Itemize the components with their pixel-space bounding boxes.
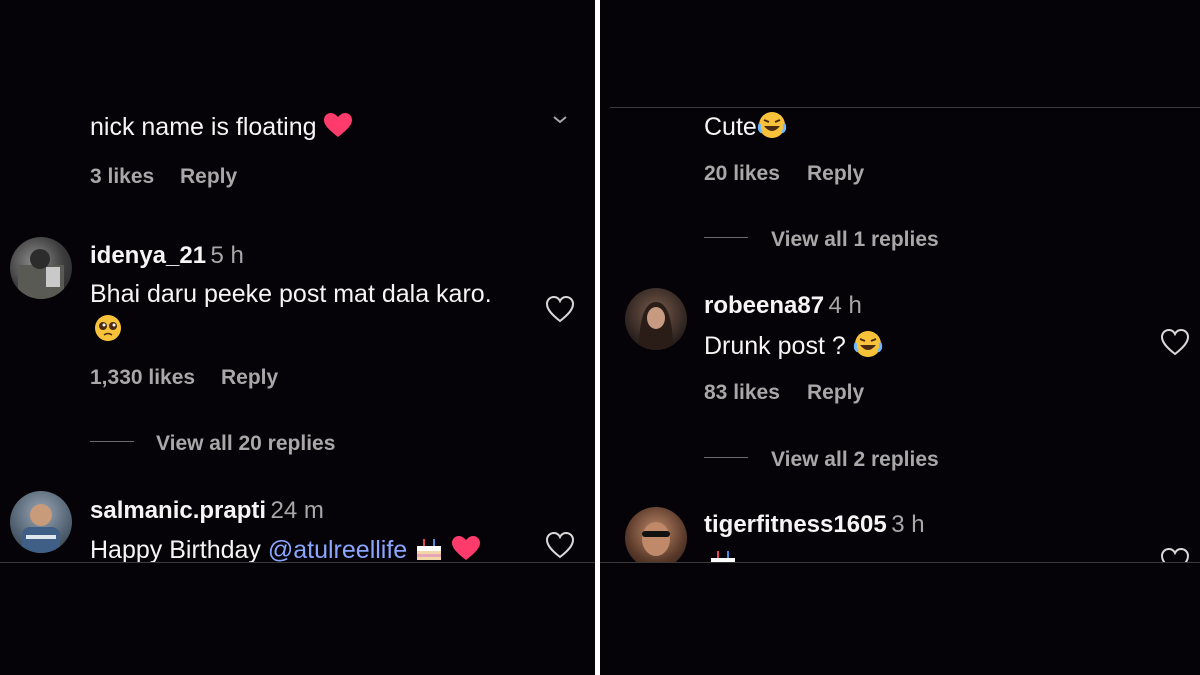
comment-list[interactable]: nick name is floating 3 likes Reply iden… — [0, 0, 595, 562]
comment-text: Cute — [704, 110, 787, 147]
username[interactable]: idenya_21 — [90, 242, 206, 269]
like-count[interactable]: 20 likes — [704, 162, 780, 186]
timestamp: 5 h — [210, 242, 244, 269]
comment-text-content: nick name is floating — [90, 113, 317, 142]
replies-divider — [704, 457, 748, 458]
like-count[interactable]: 1,330 likes — [90, 366, 195, 390]
avatar[interactable] — [625, 288, 687, 350]
reply-button[interactable]: Reply — [807, 162, 864, 186]
chevron-down-icon[interactable] — [552, 112, 568, 130]
like-heart-icon[interactable] — [544, 294, 576, 326]
view-replies-button[interactable]: View all 2 replies — [771, 448, 939, 472]
like-count[interactable]: 83 likes — [704, 381, 780, 405]
avatar[interactable] — [10, 237, 72, 299]
timestamp: 4 h — [828, 292, 862, 319]
list-top-divider — [610, 107, 1200, 108]
comment-header: idenya_21 5 h — [90, 242, 244, 270]
avatar[interactable] — [10, 491, 72, 553]
comment-text: Bhai daru peeke post mat dala karo. — [90, 280, 492, 308]
red-heart-emoji — [323, 112, 353, 145]
username[interactable]: salmanic.prapti — [90, 497, 266, 524]
birthday-cake-emoji — [414, 534, 444, 562]
left-comments-panel: nick name is floating 3 likes Reply iden… — [0, 0, 595, 675]
comment-list[interactable]: Cute 20 likes Reply View all 1 replies r… — [600, 0, 1200, 562]
list-bottom-divider — [0, 562, 595, 563]
comment-text-content: Cute — [704, 113, 757, 142]
timestamp: 24 m — [270, 497, 324, 524]
list-bottom-divider — [600, 562, 1200, 563]
view-replies-button[interactable]: View all 1 replies — [771, 228, 939, 252]
like-count[interactable]: 3 likes — [90, 165, 154, 189]
view-replies-button[interactable]: View all 20 replies — [156, 432, 335, 456]
comment-header: tigerfitness1605 3 h — [704, 511, 925, 539]
reply-button[interactable]: Reply — [180, 165, 237, 189]
like-heart-icon[interactable] — [544, 530, 576, 562]
timestamp: 3 h — [891, 511, 925, 538]
like-heart-icon[interactable] — [1159, 546, 1191, 562]
avatar[interactable] — [625, 507, 687, 562]
comment-text: Happy Birthday @atulreellife — [90, 534, 481, 562]
laughing-face-emoji — [757, 110, 787, 147]
right-comments-panel: Cute 20 likes Reply View all 1 replies r… — [600, 0, 1200, 675]
comment-text-content: Happy Birthday — [90, 536, 268, 562]
replies-divider — [90, 441, 134, 442]
replies-divider — [704, 237, 748, 238]
laughing-face-emoji — [853, 329, 883, 366]
reply-button[interactable]: Reply — [807, 381, 864, 405]
comment-text: Drunk post ? — [704, 329, 883, 366]
red-heart-emoji — [451, 535, 481, 562]
comment-header: robeena87 4 h — [704, 292, 862, 320]
username[interactable]: robeena87 — [704, 292, 824, 319]
comment-text-content: Drunk post ? — [704, 332, 846, 361]
comment-header: salmanic.prapti 24 m — [90, 497, 324, 525]
mention-link[interactable]: @atulreellife — [268, 536, 407, 562]
username[interactable]: tigerfitness1605 — [704, 511, 887, 538]
like-heart-icon[interactable] — [1159, 327, 1191, 359]
comment-text: nick name is floating — [90, 112, 353, 145]
birthday-cake-emoji — [708, 546, 738, 562]
reply-button[interactable]: Reply — [221, 366, 278, 390]
pleading-face-emoji — [93, 313, 123, 348]
